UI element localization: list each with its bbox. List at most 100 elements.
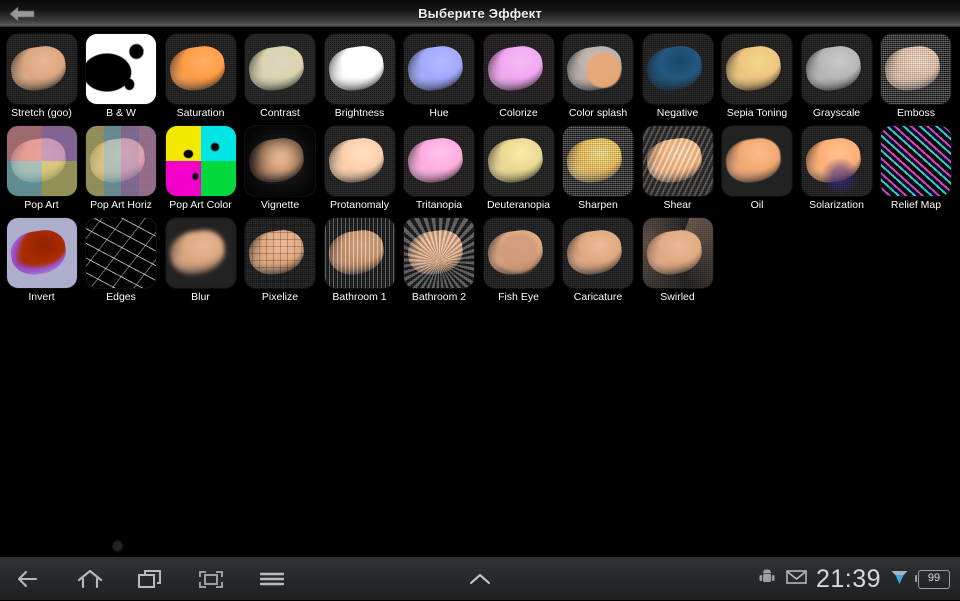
effect-thumbnail[interactable] xyxy=(6,34,77,104)
effect-item[interactable]: Bathroom 1 xyxy=(320,218,399,304)
effect-item[interactable]: Color splash xyxy=(559,34,638,120)
effect-thumbnail[interactable] xyxy=(801,126,872,196)
effect-thumbnail[interactable] xyxy=(483,218,554,288)
nav-back-button[interactable] xyxy=(8,566,52,592)
effect-thumbnail[interactable] xyxy=(245,34,315,104)
effect-thumbnail[interactable] xyxy=(245,126,315,196)
effect-item[interactable]: Shear xyxy=(638,126,717,212)
effect-item[interactable]: Contrast xyxy=(241,34,320,120)
popart-quadrant xyxy=(6,161,42,196)
effect-thumbnail[interactable] xyxy=(86,34,156,104)
effect-thumbnail[interactable] xyxy=(324,34,395,104)
effect-thumbnail[interactable] xyxy=(245,218,315,288)
effect-item[interactable]: Negative xyxy=(638,34,717,120)
effect-thumbnail[interactable] xyxy=(6,126,77,196)
effect-label: Saturation xyxy=(176,107,225,119)
effect-label: Brightness xyxy=(334,107,385,119)
effect-item[interactable]: Brightness xyxy=(320,34,399,120)
effect-label: Pop Art Horiz xyxy=(90,199,152,211)
effect-item[interactable]: Deuteranopia xyxy=(479,126,558,212)
effect-label: Negative xyxy=(656,107,699,119)
effect-thumbnail[interactable] xyxy=(642,34,713,104)
effect-thumbnail[interactable] xyxy=(642,218,713,288)
effect-thumbnail[interactable] xyxy=(801,34,872,104)
effect-label: Solarization xyxy=(809,199,864,211)
effect-thumbnail[interactable] xyxy=(563,126,633,196)
effect-label: Sharpen xyxy=(578,199,618,211)
effect-thumbnail[interactable] xyxy=(483,126,554,196)
page-title: Выберите Эффект xyxy=(418,6,542,21)
nav-recents-button[interactable] xyxy=(128,566,172,592)
effect-item[interactable]: B & W xyxy=(82,34,161,120)
effect-label: Invert xyxy=(28,291,55,303)
effect-item[interactable]: Bathroom 2 xyxy=(400,218,479,304)
effect-thumbnail[interactable] xyxy=(881,34,951,104)
effect-item[interactable]: Saturation xyxy=(161,34,240,120)
nav-screenshot-button[interactable] xyxy=(189,566,233,592)
effect-item[interactable]: Swirled xyxy=(638,218,717,304)
effect-thumbnail[interactable] xyxy=(165,126,236,196)
effect-thumbnail[interactable] xyxy=(642,126,713,196)
effect-thumbnail[interactable] xyxy=(881,126,951,196)
effect-item[interactable]: Pop Art xyxy=(2,126,81,212)
status-area[interactable]: 21:39 99 xyxy=(757,557,956,601)
popart-quadrant xyxy=(41,161,77,196)
effect-thumbnail[interactable] xyxy=(404,218,474,288)
effect-item[interactable]: Pixelize xyxy=(241,218,320,304)
nav-home-button[interactable] xyxy=(68,566,112,592)
effect-item[interactable]: Caricature xyxy=(559,218,638,304)
effect-item[interactable]: Tritanopia xyxy=(400,126,479,212)
effect-thumbnail[interactable] xyxy=(722,126,792,196)
effect-item[interactable]: Pop Art Horiz xyxy=(82,126,161,212)
effect-overlay xyxy=(642,218,713,288)
effect-thumbnail[interactable] xyxy=(86,218,156,288)
effect-overlay xyxy=(86,218,156,288)
effect-overlay xyxy=(881,34,951,104)
effect-preview-image xyxy=(801,34,872,104)
effect-thumbnail[interactable] xyxy=(6,218,77,288)
effect-item[interactable]: Sepia Toning xyxy=(718,34,797,120)
effect-thumbnail[interactable] xyxy=(86,126,156,196)
effect-item[interactable]: Sharpen xyxy=(559,126,638,212)
effect-item[interactable]: Grayscale xyxy=(797,34,876,120)
chevron-up-icon[interactable] xyxy=(458,566,502,592)
effect-item[interactable]: Edges xyxy=(82,218,161,304)
effect-label: Caricature xyxy=(573,291,623,303)
effect-preview-image xyxy=(404,34,474,104)
effect-thumbnail[interactable] xyxy=(563,34,633,104)
effect-thumbnail[interactable] xyxy=(722,34,792,104)
effect-item[interactable]: Colorize xyxy=(479,34,558,120)
effect-thumbnail[interactable] xyxy=(324,126,395,196)
effect-label: Swirled xyxy=(660,291,695,303)
effect-item[interactable]: Relief Map xyxy=(877,126,956,212)
effect-item[interactable]: Vignette xyxy=(241,126,320,212)
title-bar: Выберите Эффект xyxy=(0,0,960,28)
effect-label: Hue xyxy=(429,107,449,119)
popart-strip xyxy=(103,126,121,196)
effect-item[interactable]: Protanomaly xyxy=(320,126,399,212)
effect-thumbnail[interactable] xyxy=(324,218,395,288)
nav-menu-button[interactable] xyxy=(250,566,294,592)
effect-item[interactable]: Emboss xyxy=(877,34,956,120)
effect-thumbnail[interactable] xyxy=(404,126,474,196)
effect-item[interactable]: Hue xyxy=(400,34,479,120)
effect-item[interactable]: Fish Eye xyxy=(479,218,558,304)
effect-item[interactable]: Invert xyxy=(2,218,81,304)
effect-label: Colorize xyxy=(499,107,538,119)
effect-item[interactable]: Stretch (goo) xyxy=(2,34,81,120)
effect-item[interactable]: Oil xyxy=(718,126,797,212)
effect-overlay xyxy=(563,126,633,196)
effect-item[interactable]: Solarization xyxy=(797,126,876,212)
effect-label: Shear xyxy=(663,199,692,211)
effect-item[interactable]: Blur xyxy=(161,218,240,304)
effect-label: Bathroom 2 xyxy=(411,291,467,303)
android-robot-icon xyxy=(757,567,777,592)
effect-thumbnail[interactable] xyxy=(404,34,474,104)
effect-item[interactable]: Pop Art Color xyxy=(161,126,240,212)
effect-thumbnail[interactable] xyxy=(483,34,554,104)
effect-label: B & W xyxy=(106,107,136,119)
effect-thumbnail[interactable] xyxy=(165,218,236,288)
gmail-envelope-icon xyxy=(786,569,807,590)
effect-thumbnail[interactable] xyxy=(563,218,633,288)
effect-thumbnail[interactable] xyxy=(165,34,236,104)
